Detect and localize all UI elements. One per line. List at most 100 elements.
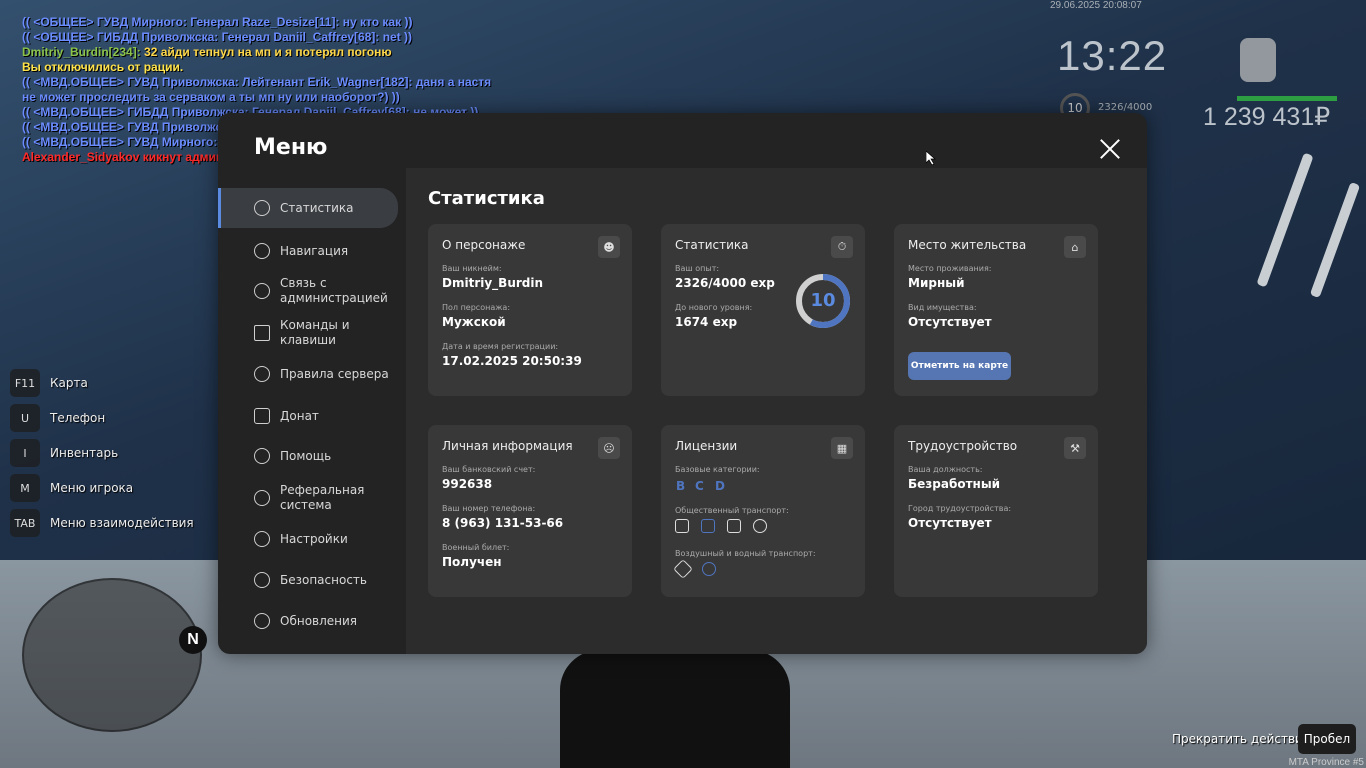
wallet-icon [254, 408, 270, 424]
sidebar-item-label: Донат [280, 408, 319, 423]
stop-action-key[interactable]: Пробел [1298, 724, 1356, 754]
compass-icon [254, 243, 270, 259]
sidebar-item-security[interactable]: Безопасность [218, 560, 398, 600]
card-title: Лицензии [675, 439, 738, 453]
card-title: Статистика [675, 238, 749, 252]
field-label: Ваш банковский счет: [442, 465, 536, 474]
card-residence: Место жительства ⌂ Место проживания: Мир… [894, 224, 1098, 396]
scales-icon [254, 366, 270, 382]
sidebar-item-label: Настройки [280, 531, 348, 546]
field-label: Общественный транспорт: [675, 506, 789, 515]
field-label: Пол персонажа: [442, 303, 511, 312]
menu-window: Меню Статистика Навигация Связь с админи… [218, 113, 1147, 654]
sidebar-item-referral[interactable]: Реферальная система [218, 478, 398, 518]
sidebar-item-label: Команды и клавиши [280, 318, 350, 347]
field-value: Безработный [908, 477, 1001, 491]
sidebar-item-help[interactable]: Помощь [218, 436, 398, 476]
document-icon [254, 325, 270, 341]
sidebar-item-label: Обновления [280, 613, 358, 628]
card-statistics: Статистика ⏱ Ваш опыт: 2326/4000 exp До … [661, 224, 865, 396]
field-value: 17.02.2025 20:50:39 [442, 354, 582, 368]
card-title: Личная информация [442, 439, 573, 453]
gear-icon [254, 531, 270, 547]
card-employment: Трудоустройство ⚒ Ваша должность: Безраб… [894, 425, 1098, 597]
sidebar-item-admin-contact[interactable]: Связь с администрацией [218, 271, 398, 311]
mouse-cursor-icon [926, 151, 936, 165]
field-value: 8 (963) 131-53-66 [442, 516, 564, 530]
hotkey-map[interactable]: F11 Карта [10, 369, 88, 397]
close-icon[interactable] [1098, 137, 1122, 161]
hotkey-label: Инвентарь [50, 446, 119, 460]
chat-line: (( <ОБЩЕЕ> ГУВД Мирного: Генерал Raze_De… [22, 15, 413, 29]
network-icon [254, 490, 270, 506]
chat-sender: Dmitriy_Burdin[234]: [22, 45, 141, 59]
card-character: О персонаже ☻ Ваш никнейм: Dmitriy_Burdi… [428, 224, 632, 396]
sidebar-item-commands[interactable]: Команды и клавиши [218, 313, 398, 353]
field-label: Вид имущества: [908, 303, 977, 312]
hotkey-label: Карта [50, 376, 88, 390]
card-title: Трудоустройство [908, 439, 1018, 453]
id-card-icon: ▦ [831, 437, 853, 459]
field-value: Мужской [442, 315, 506, 329]
sidebar-item-rules[interactable]: Правила сервера [218, 354, 398, 394]
field-label: Воздушный и водный транспорт: [675, 549, 816, 558]
menu-title: Меню [254, 135, 328, 160]
hud-date: 29.06.2025 20:08:07 [1050, 0, 1142, 11]
heart-icon [254, 448, 270, 464]
boat-icon [702, 562, 716, 576]
sidebar-item-navigation[interactable]: Навигация [218, 231, 398, 271]
license-category: C [695, 479, 704, 493]
license-category: D [715, 479, 725, 493]
sidebar-item-label: Навигация [280, 243, 349, 258]
field-value: 1674 exp [675, 315, 738, 329]
level-number: 10 [810, 290, 836, 311]
card-title: Место жительства [908, 238, 1027, 252]
hotkey-interaction-menu[interactable]: TAB Меню взаимодействия [10, 509, 194, 537]
chat-line: не может проследить за серваком а ты мп … [22, 90, 400, 104]
plane-icon [673, 559, 693, 579]
sidebar-item-label: Статистика [280, 200, 354, 215]
hotkey-key: M [10, 474, 40, 502]
hud-money: 1 239 431₽ [1203, 103, 1331, 131]
minimap [22, 578, 202, 732]
chat-line: (( <ОБЩЕЕ> ГИБДД Приволжска: Генерал Dan… [22, 30, 413, 44]
field-label: Ваша должность: [908, 465, 983, 474]
fist-icon [1240, 38, 1276, 82]
sidebar-item-label: Реферальная система [280, 483, 365, 512]
sidebar-item-updates[interactable]: Обновления [218, 601, 398, 641]
field-label: Военный билет: [442, 543, 510, 552]
sidebar-item-label: Связь с администрацией [280, 276, 388, 305]
sidebar-item-statistics[interactable]: Статистика [218, 188, 398, 228]
chat-line: Dmitriy_Burdin[234]: 32 айди тепнул на м… [22, 45, 542, 60]
compass-north-icon: N [179, 626, 207, 654]
trolleybus-icon [701, 519, 715, 533]
field-label: До нового уровня: [675, 303, 753, 312]
user-icon: ☻ [598, 236, 620, 258]
hotkey-phone[interactable]: U Телефон [10, 404, 105, 432]
field-label: Ваш номер телефона: [442, 504, 536, 513]
field-value: Отсутствует [908, 315, 992, 329]
hotkey-key: U [10, 404, 40, 432]
hotkey-inventory[interactable]: I Инвентарь [10, 439, 118, 467]
sidebar-item-settings[interactable]: Настройки [218, 519, 398, 559]
sidebar-item-label: Безопасность [280, 572, 367, 587]
hotkey-key: TAB [10, 509, 40, 537]
field-label: Базовые категории: [675, 465, 760, 474]
hotkey-key: I [10, 439, 40, 467]
sidebar-item-donate[interactable]: Донат [218, 396, 398, 436]
field-label: Дата и время регистрации: [442, 342, 559, 351]
hotkey-player-menu[interactable]: M Меню игрока [10, 474, 133, 502]
hotkey-key: F11 [10, 369, 40, 397]
sidebar-item-label: Правила сервера [280, 366, 389, 381]
hud-exp: 2326/4000 [1098, 102, 1153, 113]
mark-on-map-button[interactable]: Отметить на карте [908, 352, 1011, 380]
hotkey-label: Меню игрока [50, 481, 134, 495]
bus-icon [675, 519, 689, 533]
field-value: 2326/4000 exp [675, 276, 775, 290]
hotkey-label: Телефон [50, 411, 106, 425]
field-value: Мирный [908, 276, 965, 290]
headset-icon [254, 283, 270, 299]
license-category: B [676, 479, 686, 493]
chat-line: Вы отключились от рации. [22, 60, 184, 74]
player-character [560, 650, 790, 768]
